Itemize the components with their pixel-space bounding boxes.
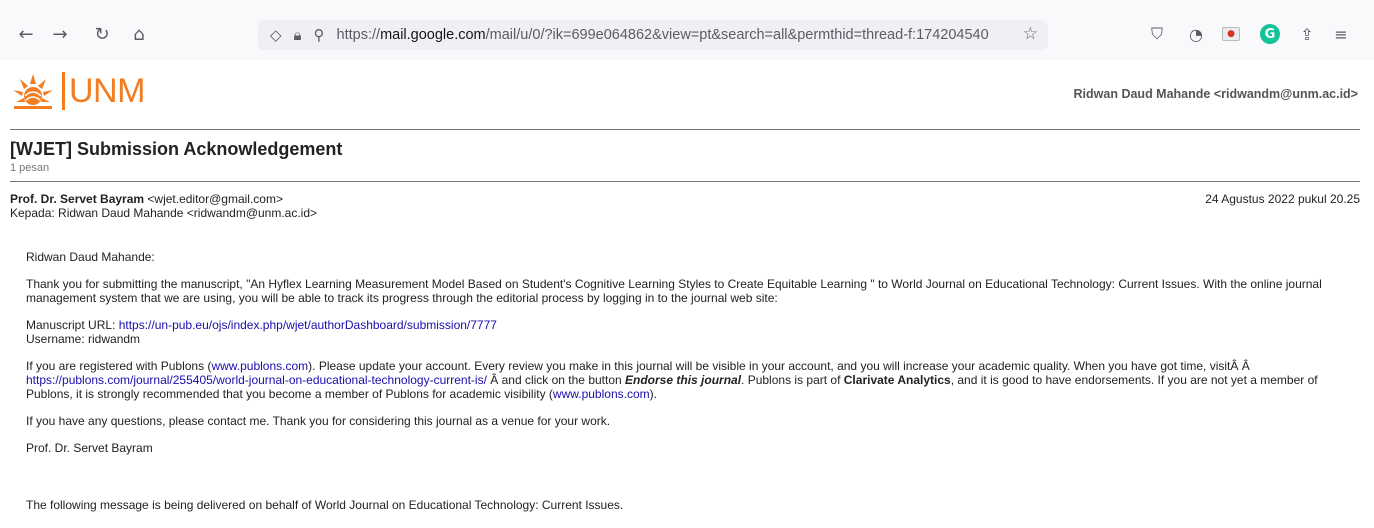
publons-link[interactable]: www.publons.com [553,387,650,401]
logo-divider [62,72,65,110]
unm-logo: UNM [10,70,145,112]
bookmark-star-icon[interactable]: ☆ [1023,24,1038,44]
signature: Prof. Dr. Servet Bayram [26,441,153,455]
publons-journal-link[interactable]: https://publons.com/journal/255405/world… [26,373,487,387]
gmail-extension-icon[interactable]: ● [1222,27,1240,41]
lock-icon[interactable]: 🔒︎ [294,26,302,44]
publons-link[interactable]: www.publons.com [211,359,308,373]
url-text[interactable]: https://mail.google.com/mail/u/0/?ik=699… [337,27,1007,43]
paragraph: Thank you for submitting the manuscript,… [26,277,1322,305]
permissions-icon[interactable]: ⚲ [314,26,325,44]
message-body: Ridwan Daud Mahande: Thank you for submi… [26,250,1361,525]
username: Username: ridwandm [26,332,141,346]
account-label: Ridwan Daud Mahande <ridwandm@unm.ac.id> [1073,87,1358,101]
pocket-icon[interactable]: ⛉ [1145,22,1169,46]
menu-icon[interactable]: ≡ [1329,22,1353,46]
greeting: Ridwan Daud Mahande: [26,250,155,264]
endorse-text: Endorse this journal [625,373,742,387]
sender: Prof. Dr. Servet Bayram <wjet.editor@gma… [10,192,283,206]
address-bar[interactable]: ◇ 🔒︎ ⚲ https://mail.google.com/mail/u/0/… [258,20,1048,50]
paragraph: If you have any questions, please contac… [26,414,611,428]
message-date: 24 Agustus 2022 pukul 20.25 [1205,192,1360,206]
home-icon[interactable]: ⌂ [127,22,151,46]
paragraph: If you are registered with Publons (www.… [26,359,1318,401]
manuscript-info: Manuscript URL: https://un-pub.eu/ojs/in… [26,318,497,346]
browser-toolbar: ← → ↻ ⌂ ◇ 🔒︎ ⚲ https://mail.google.com/m… [0,0,1374,60]
sender-email: <wjet.editor@gmail.com> [147,192,283,206]
back-icon[interactable]: ← [14,22,38,46]
divider [10,181,1360,182]
divider [10,129,1360,130]
footer-note: The following message is being delivered… [26,498,624,512]
logo-text: UNM [69,71,145,110]
extension-timer-icon[interactable]: ◔ [1184,22,1208,46]
reload-icon[interactable]: ↻ [90,22,114,46]
sun-logo-icon [13,74,53,109]
sender-name: Prof. Dr. Servet Bayram [10,192,145,206]
grammarly-icon[interactable]: G [1260,24,1280,44]
forward-icon[interactable]: → [48,22,72,46]
message-count: 1 pesan [10,162,50,174]
recipient: Kepada: Ridwan Daud Mahande <ridwandm@un… [10,206,318,220]
thread-subject: [WJET] Submission Acknowledgement [10,139,343,159]
manuscript-link[interactable]: https://un-pub.eu/ojs/index.php/wjet/aut… [119,318,497,332]
share-icon[interactable]: ⇪ [1295,22,1319,46]
shield-icon[interactable]: ◇ [270,26,282,44]
clarivate-text: Clarivate Analytics [843,373,951,387]
